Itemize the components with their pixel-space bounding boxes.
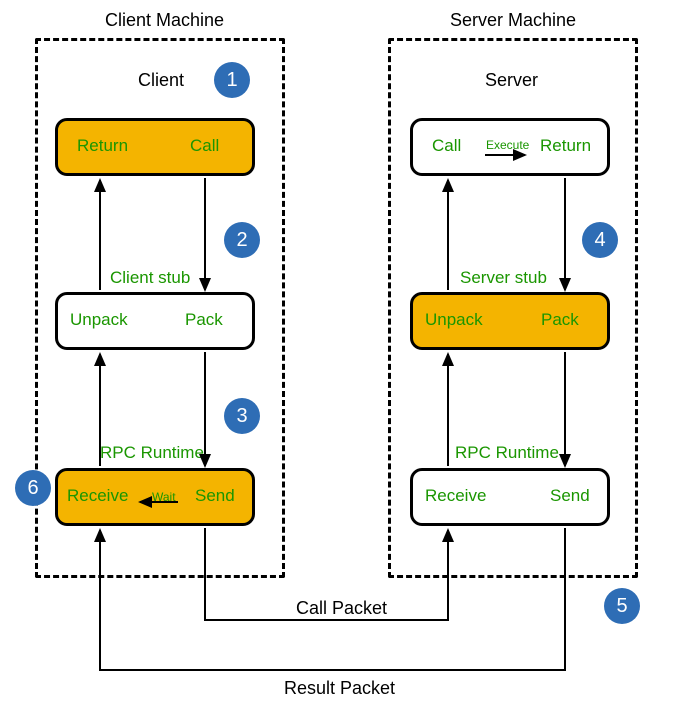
client-mid-pack: Pack bbox=[185, 310, 223, 330]
server-mid-pack: Pack bbox=[541, 310, 579, 330]
client-top-call: Call bbox=[190, 136, 219, 156]
client-bot-receive: Receive bbox=[67, 486, 128, 506]
server-rpc-label: RPC Runtime bbox=[455, 443, 559, 463]
client-machine-title: Client Machine bbox=[105, 10, 224, 31]
step-3: 3 bbox=[224, 398, 260, 434]
step-4: 4 bbox=[582, 222, 618, 258]
server-mid-unpack: Unpack bbox=[425, 310, 483, 330]
step-6: 6 bbox=[15, 470, 51, 506]
step-5: 5 bbox=[604, 588, 640, 624]
step-2: 2 bbox=[224, 222, 260, 258]
server-title: Server bbox=[485, 70, 538, 91]
client-rpc-label: RPC Runtime bbox=[100, 443, 204, 463]
server-bot-receive: Receive bbox=[425, 486, 486, 506]
call-packet-label: Call Packet bbox=[296, 598, 387, 619]
server-stub-label: Server stub bbox=[460, 268, 547, 288]
server-machine-title: Server Machine bbox=[450, 10, 576, 31]
client-bot-wait: Wait bbox=[152, 490, 176, 504]
server-top-call: Call bbox=[432, 136, 461, 156]
server-top-execute: Execute bbox=[486, 138, 529, 152]
server-bot-send: Send bbox=[550, 486, 590, 506]
step-1: 1 bbox=[214, 62, 250, 98]
client-mid-unpack: Unpack bbox=[70, 310, 128, 330]
server-top-return: Return bbox=[540, 136, 591, 156]
client-bot-send: Send bbox=[195, 486, 235, 506]
client-top-return: Return bbox=[77, 136, 128, 156]
client-stub-label: Client stub bbox=[110, 268, 190, 288]
client-title: Client bbox=[138, 70, 184, 91]
result-packet-label: Result Packet bbox=[284, 678, 395, 699]
